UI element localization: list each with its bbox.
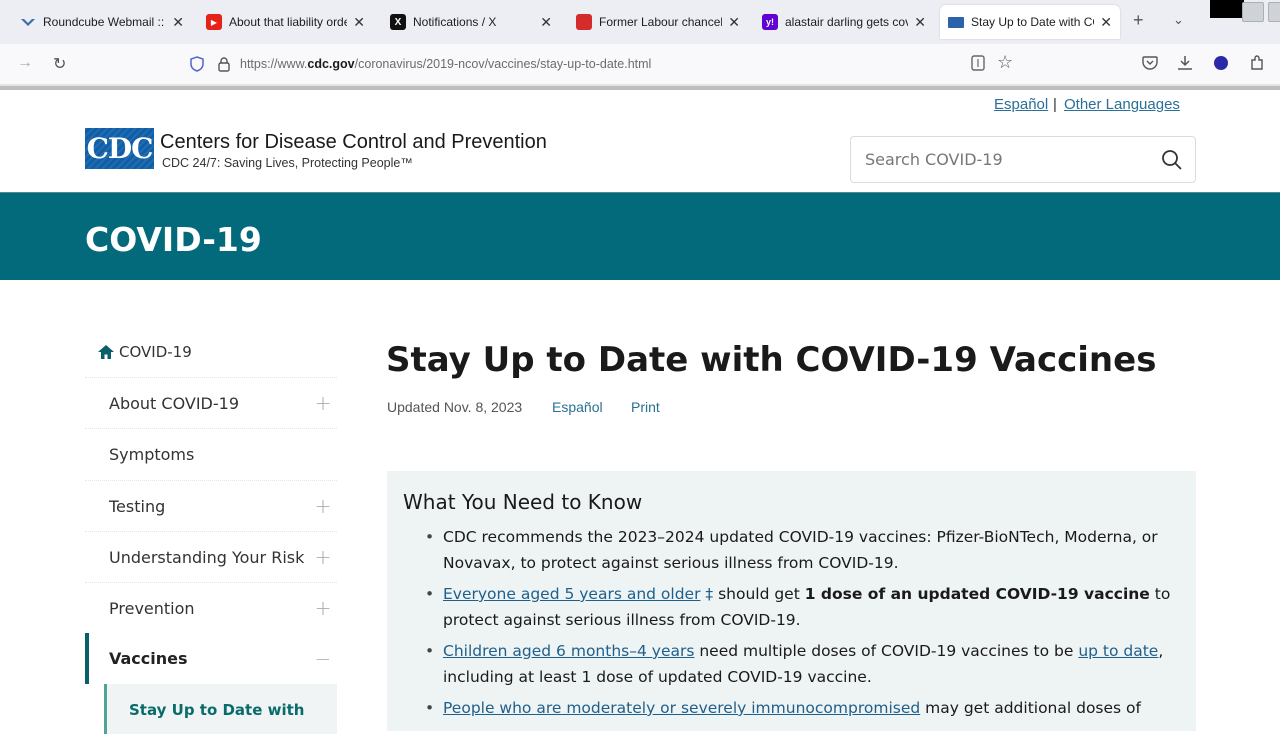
- search-input[interactable]: [851, 150, 1141, 169]
- url-text[interactable]: https://www.cdc.gov/coronavirus/2019-nco…: [240, 57, 651, 71]
- up-to-date-link[interactable]: up to date: [1078, 642, 1158, 660]
- yahoo-icon: y!: [762, 14, 778, 30]
- tab-yahoo[interactable]: y! alastair darling gets covi ✕: [754, 6, 934, 38]
- download-icon[interactable]: [1177, 55, 1193, 71]
- sidebar-item-label: About COVID-19: [109, 393, 239, 413]
- expand-plus-icon[interactable]: +: [313, 545, 333, 569]
- list-item: Everyone aged 5 years and older ‡ should…: [425, 581, 1183, 633]
- sidebar-home-link[interactable]: COVID-19: [97, 343, 192, 361]
- sidebar-item-label: Testing: [109, 496, 166, 516]
- browser-nav-bar: → ↻ https://www.cdc.gov/coronavirus/2019…: [0, 44, 1280, 84]
- toolbar-divider: [0, 84, 1280, 90]
- list-item: People who are moderately or severely im…: [425, 695, 1183, 721]
- sidebar-item-about[interactable]: About COVID-19 +: [85, 377, 337, 428]
- close-tab-icon[interactable]: ✕: [728, 14, 740, 31]
- pocket-icon[interactable]: [1142, 56, 1158, 70]
- tab-former-labour[interactable]: Former Labour chancell ✕: [568, 6, 748, 38]
- tab-youtube[interactable]: ▶ About that liability orde ✕: [198, 6, 373, 38]
- bullet-text: CDC recommends the 2023–2024 updated COV…: [443, 528, 1158, 572]
- espanol-language-link[interactable]: Español: [994, 96, 1048, 113]
- youtube-icon: ▶: [206, 14, 222, 30]
- sidebar-item-label: Prevention: [109, 598, 195, 618]
- cdc-logo[interactable]: CDC: [85, 128, 154, 169]
- roundcube-icon: [20, 14, 36, 30]
- expand-plus-icon[interactable]: +: [313, 596, 333, 620]
- news-icon: [576, 14, 592, 30]
- close-tab-icon[interactable]: ✕: [353, 14, 365, 31]
- sidebar-item-symptoms[interactable]: Symptoms: [85, 428, 337, 479]
- bullet-text: should get: [713, 585, 805, 603]
- sidebar-home-label: COVID-19: [119, 343, 192, 361]
- expand-plus-icon[interactable]: +: [313, 391, 333, 415]
- list-item: Children aged 6 months–4 years need mult…: [425, 638, 1183, 690]
- immunocompromised-link[interactable]: People who are moderately or severely im…: [443, 699, 920, 717]
- bullet-bold-text: 1 dose of an updated COVID-19 vaccine: [804, 585, 1150, 603]
- bullet-text: need multiple doses of COVID-19 vaccines…: [694, 642, 1079, 660]
- tab-title: Former Labour chancell: [599, 15, 723, 29]
- updated-date: Updated Nov. 8, 2023: [387, 399, 523, 415]
- extensions-puzzle-icon[interactable]: [1249, 55, 1265, 71]
- tab-title: alastair darling gets covi: [785, 15, 909, 29]
- footnote-dagger-link[interactable]: ‡: [705, 585, 713, 603]
- organization-name[interactable]: Centers for Disease Control and Preventi…: [160, 131, 547, 154]
- page-title: Stay Up to Date with COVID-19 Vaccines: [386, 340, 1157, 380]
- browser-tab-bar: Roundcube Webmail :: I ✕ ▶ About that li…: [0, 0, 1280, 44]
- close-tab-icon[interactable]: ✕: [172, 14, 184, 31]
- what-you-need-to-know-box: What You Need to Know CDC recommends the…: [387, 471, 1196, 731]
- cdc-icon: [948, 16, 964, 28]
- close-tab-icon[interactable]: ✕: [1100, 14, 1112, 31]
- sidebar-subitem-label: Stay Up to Date with: [129, 701, 305, 719]
- close-tab-icon[interactable]: ✕: [540, 14, 552, 31]
- x-icon: X: [390, 14, 406, 30]
- tab-roundcube[interactable]: Roundcube Webmail :: I ✕: [12, 6, 192, 38]
- print-link[interactable]: Print: [631, 399, 660, 415]
- tab-cdc-active[interactable]: Stay Up to Date with CO ✕: [940, 5, 1120, 39]
- collapse-minus-icon[interactable]: −: [313, 647, 333, 671]
- tab-title: Roundcube Webmail :: I: [43, 15, 167, 29]
- search-icon[interactable]: [1161, 149, 1183, 171]
- sidebar-item-vaccines[interactable]: Vaccines −: [85, 633, 337, 684]
- list-item: CDC recommends the 2023–2024 updated COV…: [425, 524, 1183, 576]
- tab-title: About that liability orde: [229, 15, 348, 29]
- close-tab-icon[interactable]: ✕: [914, 14, 926, 31]
- sidebar-item-label: Symptoms: [109, 444, 195, 464]
- bullet-text: may get additional doses of: [920, 699, 1141, 717]
- lock-icon: [218, 56, 230, 72]
- reader-view-icon[interactable]: [971, 55, 985, 71]
- sidebar-item-testing[interactable]: Testing +: [85, 480, 337, 531]
- account-avatar-icon[interactable]: [1214, 56, 1228, 70]
- box-title: What You Need to Know: [403, 490, 643, 514]
- topic-banner: COVID-19: [0, 192, 1280, 280]
- other-languages-link[interactable]: Other Languages: [1064, 96, 1180, 113]
- reload-icon[interactable]: ↻: [53, 54, 66, 74]
- search-box: [850, 136, 1196, 183]
- sidebar-item-label: Vaccines: [109, 649, 188, 668]
- expand-plus-icon[interactable]: +: [313, 494, 333, 518]
- sidebar-item-label: Understanding Your Risk: [109, 547, 305, 567]
- maximize-window-button[interactable]: [1268, 2, 1280, 22]
- new-tab-button[interactable]: +: [1133, 10, 1144, 31]
- tab-title: Stay Up to Date with CO: [971, 15, 1095, 29]
- cdc-logo-text: CDC: [86, 132, 154, 165]
- tab-title: Notifications / X: [413, 15, 497, 29]
- sidebar-item-understanding-risk[interactable]: Understanding Your Risk +: [85, 531, 337, 582]
- url-bar[interactable]: https://www.cdc.gov/coronavirus/2019-nco…: [190, 49, 1020, 79]
- bookmark-star-icon[interactable]: ☆: [997, 52, 1013, 73]
- minimize-window-button[interactable]: [1242, 2, 1264, 22]
- tagline: CDC 24/7: Saving Lives, Protecting Peopl…: [162, 156, 413, 170]
- key-points-list: CDC recommends the 2023–2024 updated COV…: [425, 524, 1183, 726]
- shield-icon: [190, 56, 204, 72]
- sidebar-subitem-stay-up-to-date[interactable]: Stay Up to Date with: [104, 684, 337, 734]
- sidebar-item-prevention[interactable]: Prevention +: [85, 582, 337, 633]
- home-icon: [98, 345, 114, 359]
- espanol-page-link[interactable]: Español: [552, 399, 603, 415]
- window-overlay: [1210, 0, 1244, 18]
- language-separator: |: [1053, 96, 1057, 113]
- children-6-months-link[interactable]: Children aged 6 months–4 years: [443, 642, 694, 660]
- forward-arrow-icon[interactable]: →: [17, 54, 33, 72]
- everyone-aged-5-link[interactable]: Everyone aged 5 years and older: [443, 585, 700, 603]
- list-tabs-chevron-icon[interactable]: ⌄: [1173, 12, 1184, 28]
- tab-x-notifications[interactable]: X Notifications / X ✕: [382, 6, 560, 38]
- banner-title[interactable]: COVID-19: [85, 220, 262, 259]
